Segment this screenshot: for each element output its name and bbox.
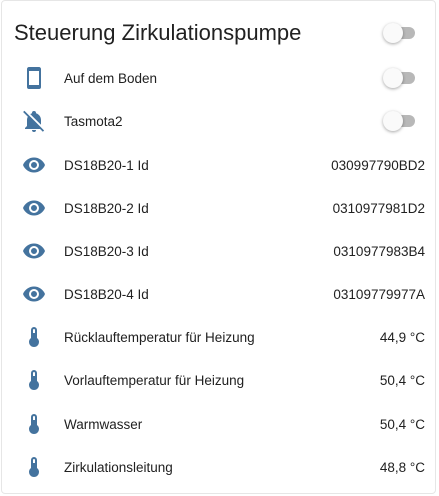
entities-card: Steuerung Zirkulationspumpe Auf dem Bode… bbox=[1, 0, 436, 494]
entity-row-auf-dem-boden[interactable]: Auf dem Boden bbox=[2, 58, 435, 98]
entity-value: 030997790BD2 bbox=[331, 157, 425, 173]
entity-row-ds18b20-4[interactable]: DS18B20-4 Id 03109779977A bbox=[2, 274, 435, 314]
entity-label: Zirkulationsleitung bbox=[64, 459, 173, 475]
entity-row-warmwasser[interactable]: Warmwasser 50,4 °C bbox=[2, 404, 435, 444]
entity-value: 0310977981D2 bbox=[332, 200, 425, 216]
card-title: Steuerung Zirkulationspumpe bbox=[14, 20, 302, 45]
entity-label: Tasmota2 bbox=[64, 113, 123, 129]
master-toggle[interactable] bbox=[383, 23, 415, 43]
eye-icon bbox=[22, 153, 46, 177]
entity-toggle[interactable] bbox=[383, 111, 415, 131]
entity-row-ruecklauftemperatur[interactable]: Rücklauftemperatur für Heizung 44,9 °C bbox=[2, 317, 435, 357]
entity-label: Vorlauftemperatur für Heizung bbox=[64, 372, 245, 388]
entity-label: DS18B20-4 Id bbox=[64, 286, 149, 302]
thermometer-icon bbox=[22, 368, 46, 392]
entity-label: DS18B20-2 Id bbox=[64, 200, 149, 216]
cellphone-icon bbox=[22, 66, 46, 90]
entity-label: Warmwasser bbox=[64, 416, 143, 432]
entity-row-tasmota2[interactable]: Tasmota2 bbox=[2, 101, 435, 141]
thermometer-icon bbox=[22, 455, 46, 479]
bell-off-icon bbox=[22, 109, 46, 133]
entity-value: 48,8 °C bbox=[379, 459, 425, 475]
thermometer-icon bbox=[22, 412, 46, 436]
eye-icon bbox=[22, 196, 46, 220]
entity-row-ds18b20-1[interactable]: DS18B20-1 Id 030997790BD2 bbox=[2, 145, 435, 185]
thermometer-icon bbox=[22, 325, 46, 349]
entity-label: DS18B20-3 Id bbox=[64, 243, 149, 259]
entity-value: 03109779977A bbox=[333, 286, 425, 302]
entity-row-ds18b20-3[interactable]: DS18B20-3 Id 0310977983B4 bbox=[2, 231, 435, 271]
entity-label: DS18B20-1 Id bbox=[64, 157, 149, 173]
eye-icon bbox=[22, 239, 46, 263]
entity-value: 44,9 °C bbox=[379, 329, 425, 345]
entity-value: 50,4 °C bbox=[379, 416, 425, 432]
entity-row-vorlauftemperatur[interactable]: Vorlauftemperatur für Heizung 50,4 °C bbox=[2, 360, 435, 400]
eye-icon bbox=[22, 282, 46, 306]
entity-toggle[interactable] bbox=[383, 68, 415, 88]
entity-label: Rücklauftemperatur für Heizung bbox=[64, 329, 255, 345]
entity-value: 50,4 °C bbox=[379, 372, 425, 388]
entity-row-zirkulationsleitung[interactable]: Zirkulationsleitung 48,8 °C bbox=[2, 447, 435, 487]
entity-label: Auf dem Boden bbox=[64, 70, 158, 86]
toggle-thumb bbox=[383, 68, 403, 88]
toggle-thumb bbox=[383, 111, 403, 131]
entity-value: 0310977983B4 bbox=[333, 243, 425, 259]
entity-row-ds18b20-2[interactable]: DS18B20-2 Id 0310977981D2 bbox=[2, 188, 435, 228]
toggle-thumb bbox=[383, 23, 403, 43]
